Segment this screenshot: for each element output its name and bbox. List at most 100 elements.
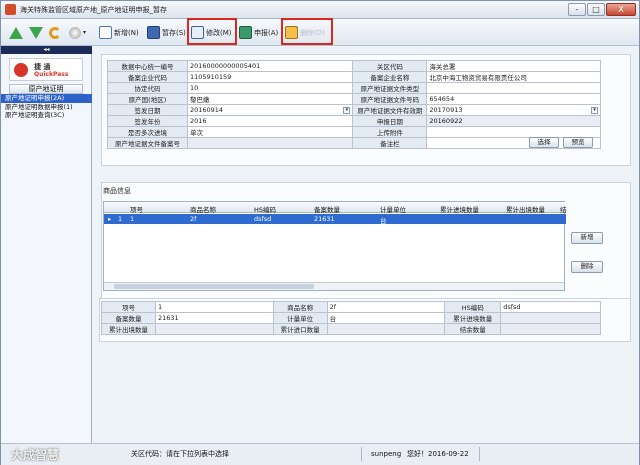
arrow-down-icon <box>29 26 43 39</box>
nav-down-button[interactable] <box>29 22 43 43</box>
horizontal-scrollbar[interactable] <box>104 282 564 290</box>
field-unified-no[interactable]: 20160000000005401 <box>186 60 354 72</box>
field-customs-code[interactable]: 海关总署 <box>426 60 601 72</box>
menu-group-header[interactable]: 原产地证明 <box>9 84 83 94</box>
detail-form: 项号 1 商品名称 2f HS编码 dsfsd 备案数量 21631 计量单位 … <box>101 301 601 335</box>
field-cum-import <box>326 323 446 335</box>
status-divider <box>479 447 480 461</box>
field-valid-date[interactable]: 20170913 ▾ <box>426 104 601 116</box>
select-file-button[interactable]: 选择 <box>529 137 559 148</box>
label-remark: 备注栏 <box>352 137 428 149</box>
field-goods-name[interactable]: 2f <box>326 301 446 313</box>
field-agreement-code[interactable]: 10 <box>186 82 354 94</box>
preview-button[interactable]: 预览 <box>563 137 593 148</box>
label-filer-code: 备案企业代码 <box>107 71 188 83</box>
field-cert-type[interactable] <box>426 82 601 94</box>
watermark: 大成智慧 <box>11 448 60 462</box>
field-balance <box>500 323 601 335</box>
window-title: 海关特殊监管区域原产地_原产地证明申报_暂存 <box>20 6 167 14</box>
field-qty[interactable]: 21631 <box>154 312 274 324</box>
sidebar-item-query[interactable]: 原产地证明查询(3C) <box>1 111 92 120</box>
nav-up-button[interactable] <box>9 22 23 43</box>
scrollbar-thumb[interactable] <box>114 284 314 289</box>
header-form: 数据中心统一编号 20160000000005401 关区代码 海关总署 备案企… <box>107 60 601 149</box>
column-header[interactable]: 备案数量 <box>314 204 340 214</box>
field-filer-code[interactable]: 1105910159 <box>186 71 354 83</box>
close-button[interactable]: X <box>606 3 636 16</box>
field-issue-year[interactable]: 2016 <box>186 115 354 127</box>
cell-hs: dsfsd <box>254 215 272 223</box>
report-button-label: 申报(A) <box>254 28 279 37</box>
field-cum-out <box>154 323 274 335</box>
status-user: sunpeng <box>371 450 402 458</box>
field-attachment[interactable] <box>426 126 601 138</box>
label-customs-code: 关区代码 <box>352 60 428 72</box>
field-item-no[interactable]: 1 <box>154 301 274 313</box>
column-header[interactable]: 累计进境数量 <box>440 204 479 214</box>
main-content: 数据中心统一编号 20160000000005401 关区代码 海关总署 备案企… <box>93 46 639 443</box>
table-row[interactable]: ▸ 1 1 2f dsfsd 21631 台 <box>104 214 566 225</box>
report-button[interactable]: 申报(A) <box>239 22 278 43</box>
new-doc-icon <box>99 26 112 39</box>
label-declare-date: 申报日期 <box>352 115 428 127</box>
options-button[interactable]: ▾ <box>69 22 86 43</box>
logo-mark <box>14 63 28 77</box>
logo: 捷 通 QuickPass <box>9 58 83 81</box>
logo-subtitle: QuickPass <box>34 71 69 78</box>
status-bar: 关区代码：请在下拉列表中选择 sunpeng 您好！2016-09-22 <box>1 443 639 465</box>
column-header[interactable]: 结 <box>560 204 567 214</box>
sidebar: ◂◂ 捷 通 QuickPass 原产地证明 原产地证明申报(2A) 原产地证明… <box>1 46 92 443</box>
app-window: 海关特殊监管区域原产地_原产地证明申报_暂存 - □ X ▾ 新增(N) 暂存(… <box>0 0 640 465</box>
highlight-edit <box>187 18 237 45</box>
column-header[interactable]: HS编码 <box>254 204 276 214</box>
field-filer-name[interactable]: 北京中海工物资贸易有限责任公司 <box>426 71 601 83</box>
label-agreement-code: 协定代码 <box>107 82 188 94</box>
column-header[interactable]: 商品名称 <box>190 204 216 214</box>
field-origin[interactable]: 黎巴嫩 <box>186 93 354 105</box>
label-issue-date: 签发日期 <box>107 104 188 116</box>
report-icon <box>239 26 252 39</box>
field-issue-date[interactable]: 20160914 ▾ <box>186 104 354 116</box>
field-record-no <box>186 137 354 149</box>
maximize-button[interactable]: □ <box>587 3 605 16</box>
label-qty: 备案数量 <box>101 312 156 324</box>
minimize-button[interactable]: - <box>568 3 586 16</box>
label-item-no: 项号 <box>101 301 156 313</box>
column-header[interactable]: 项号 <box>130 204 143 214</box>
chevron-down-icon: ▾ <box>83 29 87 36</box>
refresh-button[interactable] <box>49 22 61 43</box>
dropdown-arrow-icon[interactable]: ▾ <box>591 107 598 114</box>
field-hs[interactable]: dsfsd <box>500 301 601 313</box>
column-header[interactable]: 累计出境数量 <box>506 204 545 214</box>
label-filer-name: 备案企业名称 <box>352 71 428 83</box>
valid-date-value: 20170913 <box>429 106 463 114</box>
cell-no-2: 1 <box>130 215 135 223</box>
circle-icon <box>69 26 81 39</box>
refresh-icon <box>49 26 61 39</box>
save-button[interactable]: 暂存(S) <box>147 22 186 43</box>
dropdown-arrow-icon[interactable]: ▾ <box>343 107 351 114</box>
delete-goods-button[interactable]: 删除 <box>571 261 603 273</box>
status-hint: 关区代码：请在下拉列表中选择 <box>131 450 229 458</box>
label-origin: 原产国(地区) <box>107 93 188 105</box>
cell-unit: 台 <box>380 217 387 225</box>
label-balance: 结余数量 <box>444 323 502 335</box>
field-multi-entry[interactable]: 单次 <box>186 126 354 138</box>
label-cum-import: 累计进口数量 <box>272 323 328 335</box>
field-cert-no[interactable]: 654654 <box>426 93 601 105</box>
goods-grid[interactable]: 项号 商品名称 HS编码 备案数量 计量单位 累计进境数量 累计出境数量 结 ▸… <box>103 201 567 291</box>
sidebar-collapse[interactable]: ◂◂ <box>1 46 92 54</box>
field-cum-in <box>500 312 601 324</box>
label-valid-date: 原产地证据文件有效期 <box>352 104 428 116</box>
label-cum-in: 累计进境数量 <box>444 312 502 324</box>
status-greeting: 您好！2016-09-22 <box>407 450 469 458</box>
column-header[interactable]: 计量单位 <box>380 204 406 214</box>
label-cert-no: 原产地证据文件号码 <box>352 93 428 105</box>
field-unit[interactable]: 台 <box>326 312 446 324</box>
label-unified-no: 数据中心统一编号 <box>107 60 188 72</box>
app-icon <box>5 4 16 15</box>
add-goods-button[interactable]: 新增 <box>571 232 603 244</box>
goods-section-title: 商品信息 <box>103 187 131 195</box>
sidebar-item-declare[interactable]: 原产地证明申报(2A) <box>1 94 92 103</box>
new-button[interactable]: 新增(N) <box>99 22 139 43</box>
